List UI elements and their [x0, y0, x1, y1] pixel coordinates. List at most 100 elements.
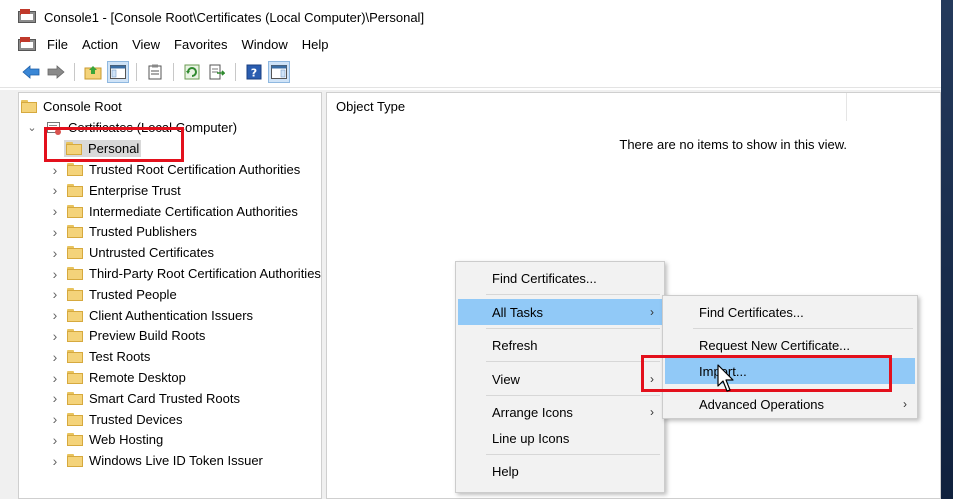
console-tree: Console Root ⌄ Certificates (Local Compu…: [18, 92, 322, 499]
submenu-item-request-new-certificate[interactable]: Request New Certificate...: [665, 332, 915, 358]
chevron-right-icon[interactable]: ›: [49, 182, 61, 198]
menu-view[interactable]: View: [125, 34, 167, 56]
tree-item-label: Web Hosting: [89, 432, 164, 448]
folder-icon: [67, 204, 83, 218]
mmc-window: Console1 - [Console Root\Certificates (L…: [0, 0, 941, 499]
menu-separator: [693, 328, 913, 329]
chevron-right-icon[interactable]: ›: [49, 349, 61, 365]
submenu-item-import[interactable]: Import...: [665, 358, 915, 384]
chevron-right-icon[interactable]: ›: [49, 370, 61, 386]
chevron-down-icon[interactable]: ⌄: [26, 122, 38, 134]
show-hide-action-pane-icon[interactable]: [268, 60, 290, 83]
menu-item-help[interactable]: Help: [458, 458, 662, 484]
tree-item-label: Trusted Root Certification Authorities: [89, 162, 301, 177]
menu-item-label: Request New Certificate...: [699, 337, 851, 353]
chevron-right-icon[interactable]: ›: [49, 286, 61, 302]
menu-item-label: Help: [492, 463, 519, 479]
tree-item-store[interactable]: › Preview Build Roots: [49, 325, 206, 346]
tree-item-store[interactable]: › Trusted People: [49, 284, 177, 305]
chevron-right-icon[interactable]: ›: [49, 162, 61, 178]
all-tasks-submenu: Find Certificates... Request New Certifi…: [662, 295, 918, 419]
tree-item-label: Certificates (Local Computer): [68, 120, 238, 135]
chevron-right-icon[interactable]: ›: [49, 307, 61, 323]
chevron-right-icon[interactable]: ›: [49, 432, 61, 448]
menu-item-find-certificates[interactable]: Find Certificates...: [458, 265, 662, 291]
folder-icon: [66, 142, 82, 155]
menu-item-label: Refresh: [492, 337, 538, 353]
folder-icon: [67, 308, 83, 322]
forward-arrow-icon[interactable]: [45, 61, 67, 83]
tree-item-store[interactable]: › Third-Party Root Certification Authorit…: [49, 263, 321, 284]
tree-item-store[interactable]: › Trusted Publishers: [49, 221, 197, 242]
tree-item-store[interactable]: › Windows Live ID Token Issuer: [49, 450, 263, 471]
menu-separator: [486, 328, 660, 329]
menu-item-arrange-icons[interactable]: Arrange Icons ›: [458, 399, 662, 425]
chevron-right-icon[interactable]: ›: [49, 411, 61, 427]
menu-action[interactable]: Action: [75, 34, 125, 56]
menu-file[interactable]: File: [40, 34, 75, 56]
folder-icon: [67, 329, 83, 343]
tree-item-store[interactable]: › Remote Desktop: [49, 367, 186, 388]
menu-help[interactable]: Help: [295, 34, 336, 56]
menu-item-all-tasks[interactable]: All Tasks ›: [458, 299, 662, 325]
menu-item-label: Find Certificates...: [492, 270, 597, 286]
folder-icon: [67, 371, 83, 384]
tree-item-label: Intermediate Certification Authorities: [89, 203, 298, 219]
export-list-icon[interactable]: [206, 61, 228, 83]
folder-icon: [67, 433, 83, 447]
folder-icon: [67, 225, 83, 239]
folder-icon: [21, 100, 37, 113]
chevron-right-icon[interactable]: ›: [49, 453, 61, 469]
tree-item-store[interactable]: › Untrusted Certificates: [49, 242, 214, 263]
tree-item-certificates[interactable]: ⌄ Certificates (Local Computer): [26, 117, 237, 138]
submenu-item-find-certificates[interactable]: Find Certificates...: [665, 299, 915, 325]
tree-item-label: Untrusted Certificates: [89, 245, 214, 261]
chevron-right-icon[interactable]: ›: [49, 224, 61, 240]
mouse-cursor-icon: [717, 364, 734, 392]
submenu-arrow-icon: ›: [650, 305, 654, 319]
submenu-arrow-icon: ›: [650, 372, 654, 386]
submenu-item-advanced-operations[interactable]: Advanced Operations ›: [665, 391, 915, 417]
menu-window[interactable]: Window: [235, 34, 295, 56]
tree-item-console-root[interactable]: Console Root: [21, 96, 122, 117]
menu-item-view[interactable]: View ›: [458, 366, 662, 392]
up-folder-icon[interactable]: [82, 61, 104, 83]
tree-item-label: Console Root: [43, 99, 122, 114]
tree-item-store[interactable]: › Trusted Root Certification Authorities: [49, 159, 301, 180]
tree-item-label: Trusted Publishers: [89, 224, 197, 240]
refresh-icon[interactable]: [181, 61, 203, 83]
tree-item-store[interactable]: › Intermediate Certification Authorities: [49, 201, 298, 222]
tree-item-store[interactable]: › Enterprise Trust: [49, 180, 181, 201]
tree-item-store[interactable]: › Trusted Devices: [49, 409, 183, 430]
menu-item-label: Advanced Operations: [699, 396, 825, 412]
menu-item-line-up-icons[interactable]: Line up Icons: [458, 425, 662, 451]
title-bar: Console1 - [Console Root\Certificates (L…: [0, 0, 941, 34]
tree-item-store[interactable]: › Client Authentication Issuers: [49, 305, 253, 326]
tree-item-label: Windows Live ID Token Issuer: [89, 453, 263, 469]
properties-icon[interactable]: [144, 61, 166, 83]
system-menu-icon[interactable]: [18, 37, 36, 53]
chevron-right-icon[interactable]: ›: [49, 390, 61, 406]
tree-item-store[interactable]: › Test Roots: [49, 346, 151, 367]
menu-item-refresh[interactable]: Refresh: [458, 332, 662, 358]
context-menu: Find Certificates... All Tasks › Refresh…: [455, 261, 665, 493]
folder-icon: [67, 183, 83, 197]
menu-favorites[interactable]: Favorites: [167, 34, 234, 56]
submenu-arrow-icon: ›: [903, 397, 907, 411]
folder-icon: [67, 391, 83, 405]
tree-item-store[interactable]: › Smart Card Trusted Roots: [49, 388, 240, 409]
chevron-right-icon[interactable]: ›: [49, 203, 61, 219]
chevron-right-icon[interactable]: ›: [49, 328, 61, 344]
menu-item-label: All Tasks: [492, 304, 544, 320]
chevron-right-icon[interactable]: ›: [49, 245, 61, 261]
chevron-right-icon[interactable]: ›: [49, 266, 61, 282]
menu-separator: [486, 454, 660, 455]
back-arrow-icon[interactable]: [20, 61, 42, 83]
mmc-app-icon: [18, 9, 36, 25]
tree-item-store[interactable]: › Web Hosting: [49, 429, 164, 450]
show-hide-tree-icon[interactable]: [107, 60, 129, 83]
tree-item-label: Enterprise Trust: [89, 182, 181, 198]
tree-item-personal[interactable]: Personal: [64, 138, 142, 159]
help-icon[interactable]: ?: [243, 61, 265, 83]
column-header-object-type[interactable]: Object Type: [327, 93, 847, 121]
